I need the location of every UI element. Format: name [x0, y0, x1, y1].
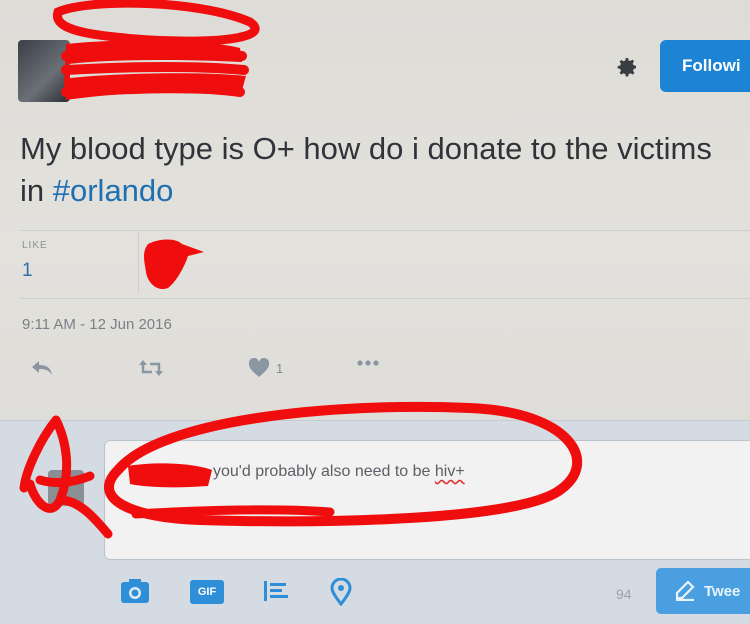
tweet-screen: Followi My blood type is O+ how do i don…	[0, 0, 750, 624]
reply-icon[interactable]	[30, 358, 54, 378]
retweet-icon[interactable]	[138, 358, 164, 378]
reply-input[interactable]	[104, 440, 750, 560]
author-avatar[interactable]	[18, 40, 70, 102]
heart-icon[interactable]	[248, 358, 270, 378]
reply-avatar	[48, 470, 84, 506]
poll-icon[interactable]	[262, 578, 290, 604]
name-redaction-outline	[52, 0, 260, 46]
stats-divider-vertical	[138, 232, 139, 294]
name-redaction-fill	[64, 40, 246, 100]
tweet-button[interactable]: Twee	[656, 568, 750, 614]
tweet-actions: 1	[0, 352, 750, 392]
reply-text-body: you'd probably also need to be	[213, 463, 435, 480]
gif-button[interactable]: GIF	[190, 580, 224, 604]
tweet-text: My blood type is O+ how do i donate to t…	[20, 128, 740, 212]
follow-button[interactable]: Followi	[660, 40, 750, 92]
camera-icon[interactable]	[120, 578, 150, 604]
reply-text-underlined: hiv+	[434, 463, 465, 480]
tweet-timestamp: 9:11 AM - 12 Jun 2016	[22, 316, 172, 333]
more-icon[interactable]	[356, 358, 380, 368]
like-count[interactable]: 1	[22, 260, 33, 282]
tweet-button-label: Twee	[704, 582, 741, 600]
stats-divider-top	[20, 230, 750, 231]
character-count: 94	[616, 586, 632, 602]
like-button[interactable]: 1	[248, 358, 283, 378]
reply-text[interactable]: you'd probably also need to be hiv+	[213, 463, 465, 481]
name-redaction-strokes	[61, 47, 249, 97]
like-label: LIKE	[22, 240, 48, 251]
like-action-count: 1	[276, 360, 284, 376]
gif-label: GIF	[197, 586, 217, 598]
compose-icon	[675, 581, 695, 601]
like-redaction	[144, 239, 204, 290]
stats-divider-bottom	[20, 298, 750, 299]
gear-icon[interactable]	[612, 52, 642, 82]
hashtag-link[interactable]: #orlando	[53, 173, 174, 208]
location-icon[interactable]	[330, 578, 352, 606]
